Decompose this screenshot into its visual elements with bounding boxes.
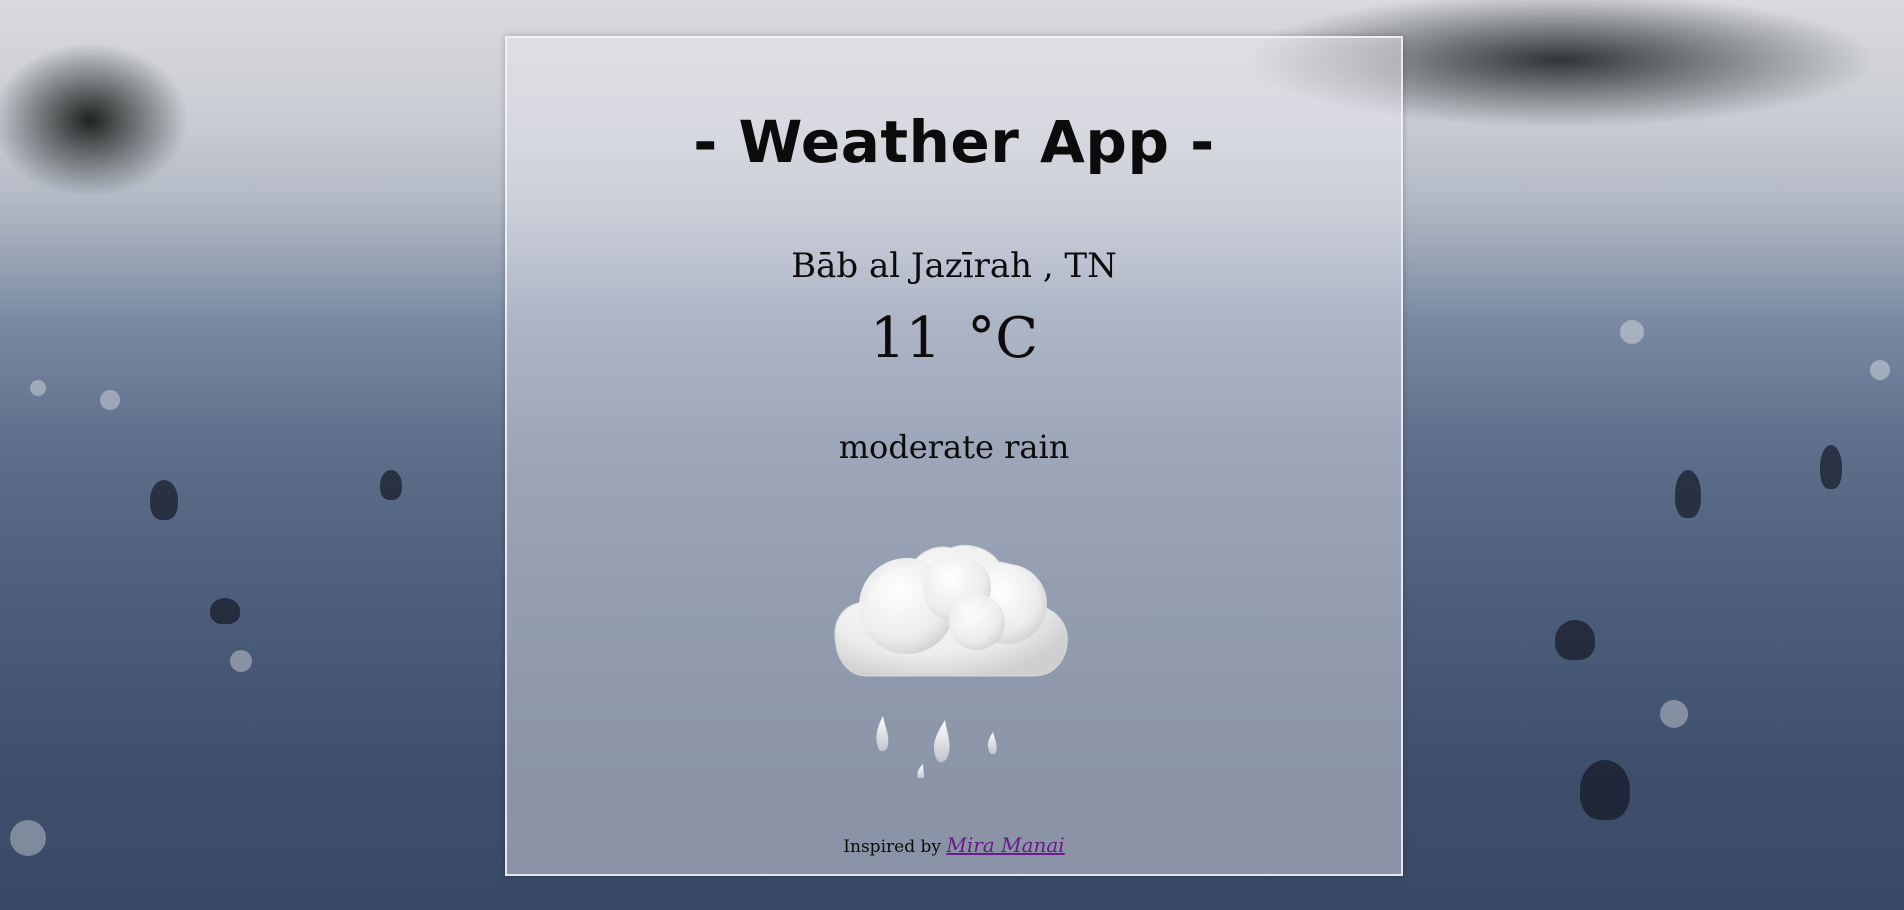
water-splash <box>1580 760 1630 820</box>
rain-bokeh <box>1870 360 1890 380</box>
cloud-rain-icon <box>827 518 1087 780</box>
water-splash <box>210 598 240 624</box>
temperature-display: 11 °C <box>507 306 1401 371</box>
rain-bokeh <box>1660 700 1688 728</box>
weather-card: - Weather App - Bāb al Jazīrah , TN 11 °C… <box>505 36 1403 876</box>
location-label: Bāb al Jazīrah , TN <box>791 246 1117 286</box>
temperature-value: 11 <box>869 306 942 371</box>
footer-prefix: Inspired by <box>843 837 941 857</box>
water-splash <box>150 480 178 520</box>
rain-bokeh <box>30 380 46 396</box>
temperature-unit: °C <box>967 306 1039 371</box>
water-splash <box>1675 470 1701 518</box>
rain-bokeh <box>1620 320 1644 344</box>
weather-description: moderate rain <box>838 428 1070 466</box>
rain-bokeh <box>100 390 120 410</box>
app-title: - Weather App - <box>693 108 1215 176</box>
footer-credit: Inspired by Mira Manai <box>507 833 1401 857</box>
rain-bokeh <box>230 650 252 672</box>
author-link[interactable]: Mira Manai <box>946 833 1064 857</box>
water-splash <box>1820 445 1842 489</box>
water-splash <box>1555 620 1595 660</box>
water-splash <box>380 470 402 500</box>
rain-bokeh <box>10 820 46 856</box>
